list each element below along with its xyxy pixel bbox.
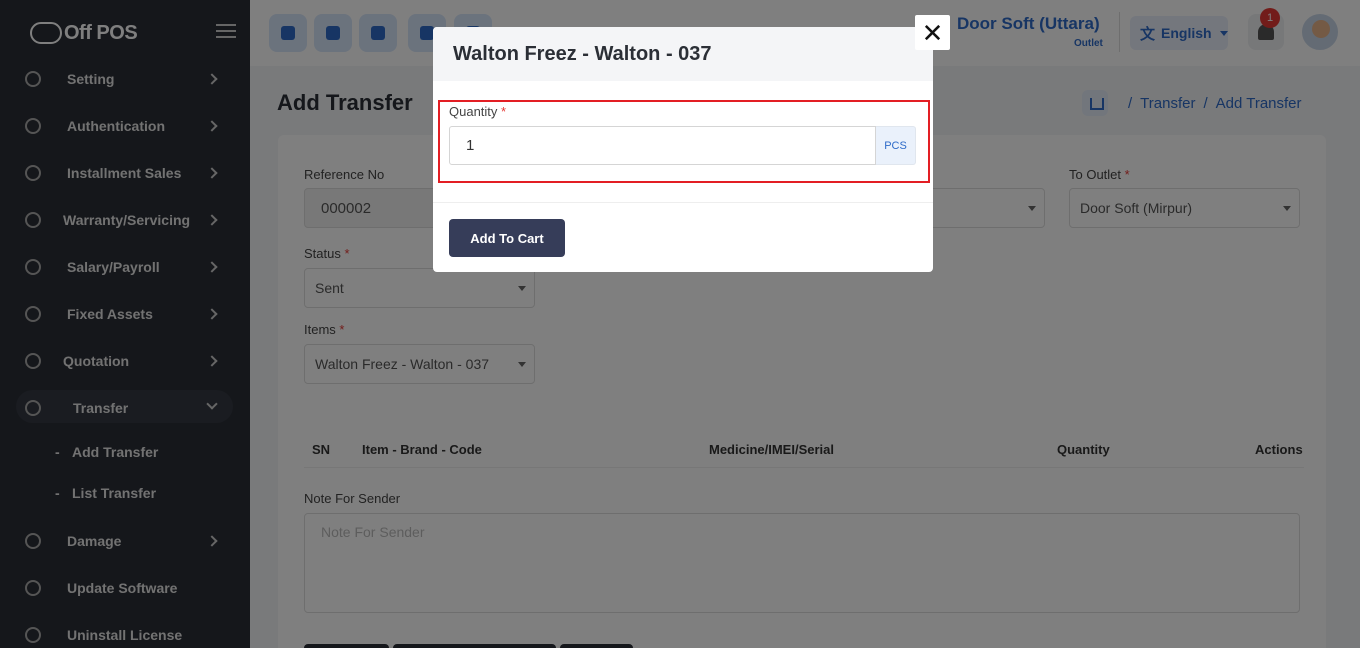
close-icon[interactable]: ✕ [915,15,950,50]
quantity-input[interactable]: 1 [449,126,876,165]
quantity-modal: Walton Freez - Walton - 037 Quantity * 1… [433,27,933,272]
modal-divider [433,202,933,203]
unit-label: PCS [876,126,916,165]
modal-title: Walton Freez - Walton - 037 [433,27,933,81]
quantity-label: Quantity * [449,104,507,119]
add-to-cart-button[interactable]: Add To Cart [449,219,565,257]
